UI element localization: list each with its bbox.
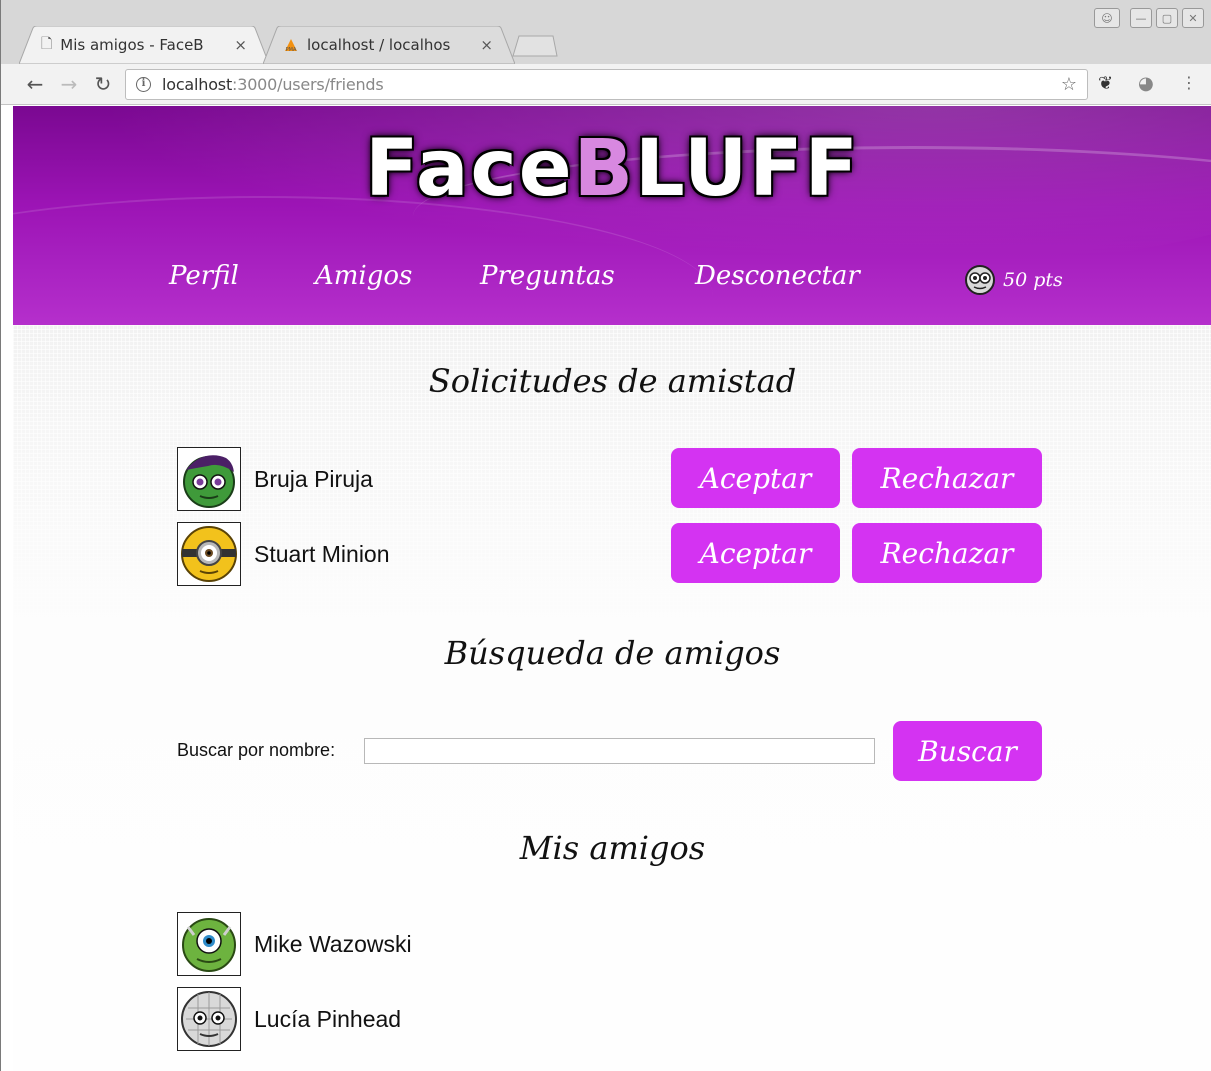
maximize-icon[interactable]: ▢ — [1156, 8, 1178, 28]
points-face-icon — [965, 265, 995, 295]
url-text: localhost:3000/users/friends — [162, 75, 384, 94]
pinhead-avatar-icon[interactable] — [177, 987, 241, 1051]
nav-preguntas[interactable]: Preguntas — [480, 261, 615, 291]
browser-toolbar: ← → ↻ i localhost:3000/users/friends ☆ ❦… — [1, 64, 1211, 105]
bookmark-star-icon[interactable]: ☆ — [1061, 74, 1077, 95]
friends-title: Mis amigos — [519, 829, 706, 867]
site-header: FaceBLUFF Perfil Amigos Preguntas Descon… — [13, 106, 1211, 325]
tab-title: Mis amigos - FaceB — [60, 36, 204, 54]
menu-icon[interactable]: ⋮ — [1181, 73, 1197, 92]
witch-avatar-icon[interactable] — [177, 447, 241, 511]
nav-perfil[interactable]: Perfil — [169, 261, 239, 291]
info-icon[interactable]: i — [136, 77, 151, 92]
close-window-icon[interactable]: ✕ — [1182, 8, 1204, 28]
friend-row: Lucía Pinhead — [177, 987, 401, 1051]
reload-icon[interactable]: ↻ — [91, 72, 115, 96]
friend-name[interactable]: Lucía Pinhead — [254, 1006, 401, 1033]
phpmyadmin-icon: PMA — [283, 38, 299, 53]
search-label: Buscar por nombre: — [177, 740, 336, 760]
forward-icon[interactable]: → — [57, 72, 81, 96]
back-icon[interactable]: ← — [23, 72, 47, 96]
requests-title: Solicitudes de amistad — [428, 362, 797, 400]
reject-button[interactable]: Rechazar — [852, 523, 1042, 583]
tab-mis-amigos[interactable]: 🗋 Mis amigos - FaceB × — [19, 26, 269, 64]
search-button[interactable]: Buscar — [893, 721, 1042, 781]
accept-button[interactable]: Aceptar — [671, 523, 840, 583]
firebug-extension-icon[interactable]: ◕ — [1138, 73, 1154, 94]
nav-amigos[interactable]: Amigos — [315, 261, 412, 291]
friend-row: Mike Wazowski — [177, 912, 412, 976]
new-tab-button[interactable] — [509, 26, 559, 64]
close-icon[interactable]: × — [480, 36, 493, 54]
main-nav: Perfil Amigos Preguntas Desconectar 50 p… — [13, 261, 1211, 301]
search-input[interactable] — [364, 738, 875, 764]
tab-phpmyadmin[interactable]: PMA localhost / localhos × — [263, 26, 515, 64]
gnome-extension-icon[interactable]: ❦ — [1098, 73, 1113, 94]
request-name[interactable]: Bruja Piruja — [254, 466, 373, 493]
minimize-icon[interactable]: — — [1130, 8, 1152, 28]
friend-name[interactable]: Mike Wazowski — [254, 931, 412, 958]
request-row: Stuart Minion — [177, 522, 390, 586]
mike-avatar-icon[interactable] — [177, 912, 241, 976]
page-content: FaceBLUFF Perfil Amigos Preguntas Descon… — [13, 106, 1211, 1071]
reject-button[interactable]: Rechazar — [852, 448, 1042, 508]
points-indicator: 50 pts — [965, 265, 1063, 295]
minion-avatar-icon[interactable] — [177, 522, 241, 586]
request-name[interactable]: Stuart Minion — [254, 541, 390, 568]
points-value: 50 pts — [1003, 269, 1063, 291]
tab-title: localhost / localhos — [307, 36, 451, 54]
address-bar[interactable]: i localhost:3000/users/friends ☆ — [125, 69, 1088, 100]
svg-text:PMA: PMA — [286, 47, 297, 52]
search-title: Búsqueda de amigos — [444, 634, 781, 672]
page-icon: 🗋 — [41, 36, 53, 52]
browser-window: 🗋 Mis amigos - FaceB × PMA localhost / l… — [0, 0, 1211, 1071]
user-icon[interactable]: ☺ — [1094, 8, 1120, 28]
close-icon[interactable]: × — [234, 36, 247, 54]
request-row: Bruja Piruja — [177, 447, 373, 511]
window-controls: ☺ — ▢ ✕ — [1094, 8, 1204, 28]
tab-strip: 🗋 Mis amigos - FaceB × PMA localhost / l… — [1, 0, 1211, 64]
site-logo[interactable]: FaceBLUFF — [13, 124, 1211, 214]
accept-button[interactable]: Aceptar — [671, 448, 840, 508]
nav-desconectar[interactable]: Desconectar — [695, 261, 860, 291]
